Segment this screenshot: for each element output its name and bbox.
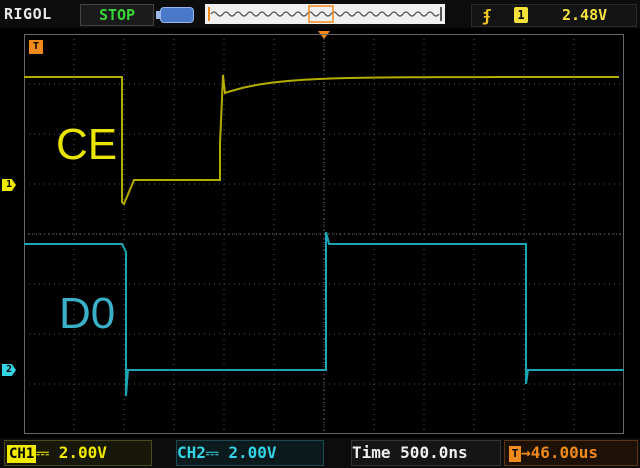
brand-logo: RIGOL <box>4 5 52 23</box>
timebase-value: 500.0ns <box>400 443 468 462</box>
status-bar-bottom: CH1 ⎓ 2.00V CH2⎓ 2.00V Time 500.0ns T →46.… <box>0 438 640 468</box>
rising-edge-icon: ʄ <box>482 6 492 25</box>
d0-trace-label: D0 <box>59 289 116 338</box>
timebase-label: Time <box>352 443 391 462</box>
ch1-scale: 2.00V <box>58 443 107 462</box>
ch1-ground-marker[interactable]: 1 <box>2 179 16 191</box>
ch1-scale-box[interactable]: CH1 ⎓ 2.00V <box>4 440 152 466</box>
status-bar-top: RIGOL STOP ʄ 1 2.48V <box>0 0 640 28</box>
usb-icon <box>156 7 194 23</box>
ch2-scale-box[interactable]: CH2⎓ 2.00V <box>176 440 324 466</box>
memory-depth-bar <box>205 4 445 24</box>
trigger-level: 2.48V <box>562 6 608 24</box>
trigger-offset-value: →46.00us <box>521 443 599 462</box>
trigger-status[interactable]: ʄ 1 2.48V <box>471 4 637 27</box>
run-stop-indicator[interactable]: STOP <box>80 4 154 26</box>
timebase-box[interactable]: Time 500.0ns <box>351 440 501 466</box>
ce-trace-label: CE <box>56 120 118 169</box>
trigger-source-badge: 1 <box>514 7 528 23</box>
dc-coupling-icon: ⎓ <box>205 443 219 462</box>
waveform-display[interactable]: CE D0 <box>24 34 624 434</box>
dc-coupling-icon: ⎓ <box>36 443 50 462</box>
ch2-tag: CH2 <box>177 443 206 462</box>
trigger-offset-icon: T <box>509 445 521 462</box>
ch2-ground-marker[interactable]: 2 <box>2 364 16 376</box>
trigger-offset-box[interactable]: T →46.00us <box>504 440 638 466</box>
ch2-scale: 2.00V <box>228 443 277 462</box>
ch1-tag: CH1 <box>7 445 37 463</box>
